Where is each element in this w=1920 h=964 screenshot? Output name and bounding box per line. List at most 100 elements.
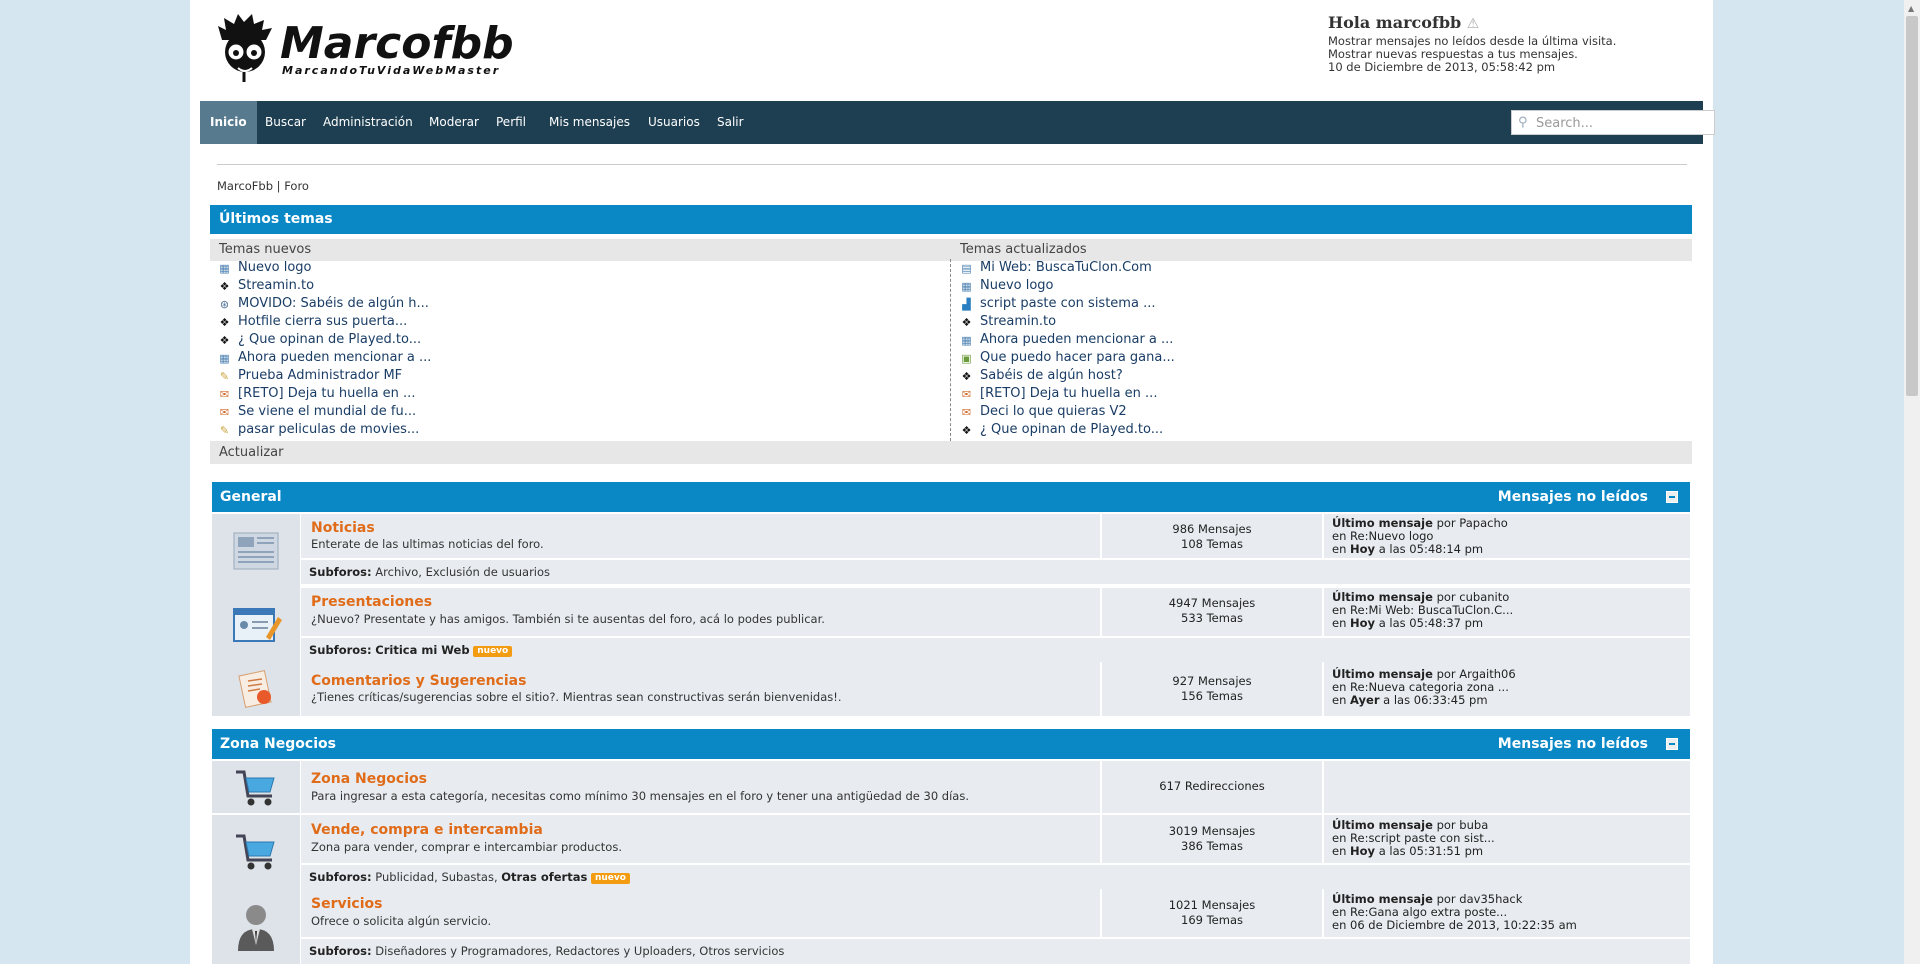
user-icon bbox=[238, 905, 274, 951]
topic-link[interactable]: Mi Web: BuscaTuClon.Com bbox=[980, 260, 1152, 275]
subforum-link-otras-ofertas[interactable]: Otras ofertas bbox=[501, 870, 587, 884]
list-item[interactable]: ✉ [RETO] Deja tu huella en ... bbox=[960, 385, 1175, 403]
last-post-author[interactable]: por cubanito bbox=[1433, 590, 1510, 604]
last-post-author[interactable]: por buba bbox=[1433, 818, 1489, 832]
updated-topics-header: Temas actualizados bbox=[951, 239, 1692, 261]
topic-link[interactable]: pasar peliculas de movies... bbox=[238, 422, 419, 437]
list-item[interactable]: ▦ Ahora pueden mencionar a ... bbox=[960, 331, 1175, 349]
list-item[interactable]: ❖ Sabéis de algún host? bbox=[960, 367, 1175, 385]
topic-link[interactable]: [RETO] Deja tu huella en ... bbox=[980, 386, 1157, 401]
site-logo[interactable]: Marcofbb MarcandoTuVidaWebMaster bbox=[214, 12, 514, 82]
last-post-time: a las 05:31:51 pm bbox=[1375, 844, 1484, 858]
forum-info-cell bbox=[301, 514, 1100, 558]
logo-face-icon bbox=[218, 14, 272, 82]
list-item[interactable]: ▟ script paste con sistema ... bbox=[960, 295, 1175, 313]
forum-title[interactable]: Presentaciones bbox=[311, 594, 432, 610]
forum-info-cell bbox=[301, 761, 1100, 813]
topic-link[interactable]: Que puedo hacer para gana... bbox=[980, 350, 1175, 365]
topic-link[interactable]: Hotfile cierra sus puerta... bbox=[238, 314, 407, 329]
scroll-up-icon[interactable]: ▲ bbox=[1908, 4, 1914, 13]
collapse-icon[interactable] bbox=[1666, 738, 1678, 750]
topic-link[interactable]: Se viene el mundial de fu... bbox=[238, 404, 416, 419]
list-item[interactable]: ✉ [RETO] Deja tu huella en ... bbox=[218, 385, 431, 403]
vertical-scrollbar[interactable]: ▲ bbox=[1904, 0, 1920, 964]
subforum-link-critica[interactable]: Critica mi Web bbox=[375, 643, 469, 657]
greeting-text: Hola marcofbb bbox=[1328, 13, 1462, 32]
topic-link[interactable]: Deci lo que quieras V2 bbox=[980, 404, 1127, 419]
search-input[interactable]: ⚲ Search... bbox=[1511, 110, 1715, 135]
list-item[interactable]: ⊛ MOVIDO: Sabéis de algún h... bbox=[218, 295, 431, 313]
nav-inicio[interactable]: Inicio bbox=[200, 101, 257, 144]
list-item[interactable]: ▤ Mi Web: BuscaTuClon.Com bbox=[960, 259, 1175, 277]
topic-link[interactable]: Prueba Administrador MF bbox=[238, 368, 402, 383]
list-item[interactable]: ▦ Ahora pueden mencionar a ... bbox=[218, 349, 431, 367]
forum-title[interactable]: Noticias bbox=[311, 520, 375, 536]
nav-perfil[interactable]: Perfil bbox=[486, 101, 536, 144]
topic-link[interactable]: Sabéis de algún host? bbox=[980, 368, 1123, 383]
nav-mis-mensajes[interactable]: Mis mensajes bbox=[539, 101, 640, 144]
list-item[interactable]: ❖ ¿ Que opinan de Played.to... bbox=[218, 331, 431, 349]
list-item[interactable]: ✉ Se viene el mundial de fu... bbox=[218, 403, 431, 421]
messages-count: 4947 Mensajes bbox=[1168, 596, 1256, 610]
unread-link[interactable]: Mensajes no leídos bbox=[1498, 482, 1648, 512]
redirects-count: 617 Redirecciones bbox=[1159, 779, 1265, 793]
collapse-icon[interactable] bbox=[1666, 491, 1678, 503]
breadcrumb[interactable]: MarcoFbb | Foro bbox=[217, 179, 309, 193]
topic-link[interactable]: ¿ Que opinan de Played.to... bbox=[238, 332, 421, 347]
nav-salir[interactable]: Salir bbox=[707, 101, 754, 144]
refresh-button[interactable]: Actualizar bbox=[210, 441, 1692, 464]
topic-link[interactable]: Nuevo logo bbox=[238, 260, 312, 275]
forum-status-icon bbox=[212, 514, 300, 588]
list-item[interactable]: ▦ Nuevo logo bbox=[960, 277, 1175, 295]
messages-count: 1021 Mensajes bbox=[1168, 898, 1256, 912]
subforums-links[interactable]: Diseñadores y Programadores, Redactores … bbox=[375, 944, 784, 958]
nav-administracion[interactable]: Administración bbox=[313, 101, 423, 144]
list-item[interactable]: ✎ Prueba Administrador MF bbox=[218, 367, 431, 385]
list-item[interactable]: ❖ ¿ Que opinan de Played.to... bbox=[960, 421, 1175, 439]
topic-link[interactable]: MOVIDO: Sabéis de algún h... bbox=[238, 296, 429, 311]
subforums-links[interactable]: Archivo, Exclusión de usuarios bbox=[375, 565, 550, 579]
nav-moderar[interactable]: Moderar bbox=[419, 101, 489, 144]
forum-description: Zona para vender, comprar e intercambiar… bbox=[311, 840, 622, 854]
topic-link[interactable]: Ahora pueden mencionar a ... bbox=[980, 332, 1173, 347]
forum-title[interactable]: Zona Negocios bbox=[311, 771, 427, 787]
list-item[interactable]: ✎ pasar peliculas de movies... bbox=[218, 421, 431, 439]
topic-link[interactable]: ¿ Que opinan de Played.to... bbox=[980, 422, 1163, 437]
messages-count: 986 Mensajes bbox=[1172, 522, 1252, 536]
forum-title[interactable]: Vende, compra e intercambia bbox=[311, 822, 543, 838]
topic-link[interactable]: Streamin.to bbox=[238, 278, 314, 293]
topic-link[interactable]: Ahora pueden mencionar a ... bbox=[238, 350, 431, 365]
last-post-author[interactable]: por dav35hack bbox=[1433, 892, 1523, 906]
category-name[interactable]: General bbox=[220, 482, 282, 512]
topic-link[interactable]: [RETO] Deja tu huella en ... bbox=[238, 386, 415, 401]
topic-link[interactable]: Nuevo logo bbox=[980, 278, 1054, 293]
nav-usuarios[interactable]: Usuarios bbox=[638, 101, 710, 144]
scrollbar-thumb[interactable] bbox=[1906, 16, 1918, 396]
list-item[interactable]: ▦ Nuevo logo bbox=[218, 259, 431, 277]
warning-icon[interactable]: ⚠ bbox=[1467, 16, 1480, 32]
unread-link[interactable]: Mensajes no leídos bbox=[1498, 729, 1648, 759]
list-item[interactable]: ❖ Streamin.to bbox=[218, 277, 431, 295]
topic-link[interactable]: script paste con sistema ... bbox=[980, 296, 1155, 311]
nav-buscar[interactable]: Buscar bbox=[255, 101, 316, 144]
money-icon: ▣ bbox=[961, 352, 972, 365]
presentation-icon bbox=[233, 608, 282, 642]
topic-link[interactable]: Streamin.to bbox=[980, 314, 1056, 329]
category-header-general: General Mensajes no leídos bbox=[212, 482, 1690, 512]
last-post-author[interactable]: por Argaith06 bbox=[1433, 667, 1516, 681]
last-post-author[interactable]: por Papacho bbox=[1433, 516, 1508, 530]
comments-icon: ✉ bbox=[219, 388, 230, 401]
forum-status-icon bbox=[212, 761, 300, 813]
list-item[interactable]: ❖ Streamin.to bbox=[960, 313, 1175, 331]
list-item[interactable]: ▣ Que puedo hacer para gana... bbox=[960, 349, 1175, 367]
forum-title[interactable]: Comentarios y Sugerencias bbox=[311, 673, 526, 689]
list-item[interactable]: ✉ Deci lo que quieras V2 bbox=[960, 403, 1175, 421]
logo-subtitle: MarcandoTuVidaWebMaster bbox=[282, 64, 501, 77]
category-name[interactable]: Zona Negocios bbox=[220, 729, 336, 759]
subforums: Subforos: Critica mi Web nuevo bbox=[309, 640, 513, 660]
subforums-label: Subforos: bbox=[309, 565, 372, 579]
list-item[interactable]: ❖ Hotfile cierra sus puerta... bbox=[218, 313, 431, 331]
topics-count: 533 Temas bbox=[1181, 611, 1243, 625]
forum-title[interactable]: Servicios bbox=[311, 896, 382, 912]
subforums-links[interactable]: Publicidad, Subastas, bbox=[375, 870, 501, 884]
